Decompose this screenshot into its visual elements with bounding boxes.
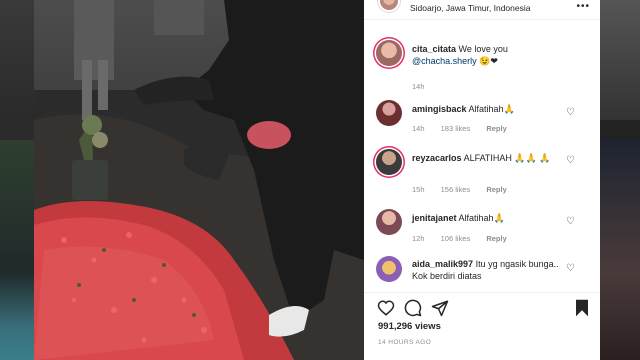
background-thumbnails-right [600, 0, 640, 360]
comment-body: ALFATIHAH 🙏🙏 🙏 [463, 153, 551, 163]
heart-icon[interactable]: ♡ [566, 108, 576, 118]
bookmark-icon[interactable] [574, 299, 590, 317]
more-icon[interactable]: ••• [576, 1, 590, 12]
heart-icon[interactable] [377, 299, 395, 317]
likes-count[interactable]: 183 likes [441, 124, 471, 133]
views-count[interactable]: 991,296 views [378, 321, 441, 332]
heart-icon[interactable]: ♡ [566, 156, 576, 166]
reply-button[interactable]: Reply [486, 124, 506, 133]
avatar[interactable] [376, 256, 402, 282]
caption-meta: 14h [412, 82, 439, 91]
caption-emoji: 😉❤ [479, 56, 498, 66]
username[interactable]: aida_malik997 [412, 259, 473, 269]
reply-button[interactable]: Reply [486, 234, 506, 243]
thumbnail [600, 0, 640, 120]
post-location[interactable]: Sidoarjo, Jawa Timur, Indonesia [410, 3, 530, 13]
comment-body: Alfatihah🙏 [458, 213, 505, 223]
comment-body: Alfatihah🙏 [468, 104, 515, 114]
avatar[interactable] [376, 209, 402, 235]
comment-meta: 14h 183 likes Reply [412, 124, 521, 133]
avatar[interactable] [376, 100, 402, 126]
thumbnail [0, 140, 34, 360]
thumbnail [600, 140, 640, 360]
likes-count[interactable]: 106 likes [441, 234, 471, 243]
comment-icon[interactable] [404, 299, 422, 317]
reply-button[interactable]: Reply [486, 185, 506, 194]
comment-text: aida_malik997 Itu yg ngasik bunga.. Kok … [412, 258, 562, 282]
comments-list: cita_citata We love you @chacha.sherly 😉… [364, 30, 600, 292]
avatar[interactable] [376, 40, 402, 66]
post-timestamp: 14 HOURS AGO [378, 339, 432, 346]
share-icon[interactable] [431, 299, 449, 317]
username[interactable]: amingisback [412, 104, 467, 114]
timestamp[interactable]: 14h [412, 82, 425, 91]
comment-text: reyzacarlos ALFATIHAH 🙏🙏 🙏 [412, 152, 572, 164]
video-frame [34, 0, 364, 360]
heart-icon[interactable]: ♡ [566, 264, 576, 274]
post-details-panel: Sidoarjo, Jawa Timur, Indonesia ••• cita… [364, 0, 600, 360]
username[interactable]: reyzacarlos [412, 153, 462, 163]
comment-meta: 15h 156 likes Reply [412, 185, 521, 194]
background-thumbnails-left [0, 0, 34, 360]
comment-meta: 12h 106 likes Reply [412, 234, 521, 243]
caption-body: We love you [458, 44, 508, 54]
username[interactable]: jenitajanet [412, 213, 457, 223]
mention-link[interactable]: @chacha.sherly [412, 56, 477, 66]
avatar[interactable] [376, 149, 402, 175]
username[interactable]: cita_citata [412, 44, 456, 54]
caption-text: cita_citata We love you @chacha.sherly 😉… [412, 43, 572, 67]
post-header: Sidoarjo, Jawa Timur, Indonesia ••• [364, 0, 600, 20]
comment-text: amingisback Alfatihah🙏 [412, 103, 572, 115]
thumbnail [0, 0, 34, 120]
timestamp[interactable]: 12h [412, 234, 425, 243]
post-video[interactable] [34, 0, 364, 360]
comment-text: jenitajanet Alfatihah🙏 [412, 212, 572, 224]
likes-count[interactable]: 156 likes [441, 185, 471, 194]
post-actions [364, 292, 600, 322]
timestamp[interactable]: 15h [412, 185, 425, 194]
heart-icon[interactable]: ♡ [566, 217, 576, 227]
timestamp[interactable]: 14h [412, 124, 425, 133]
avatar[interactable] [378, 0, 400, 12]
